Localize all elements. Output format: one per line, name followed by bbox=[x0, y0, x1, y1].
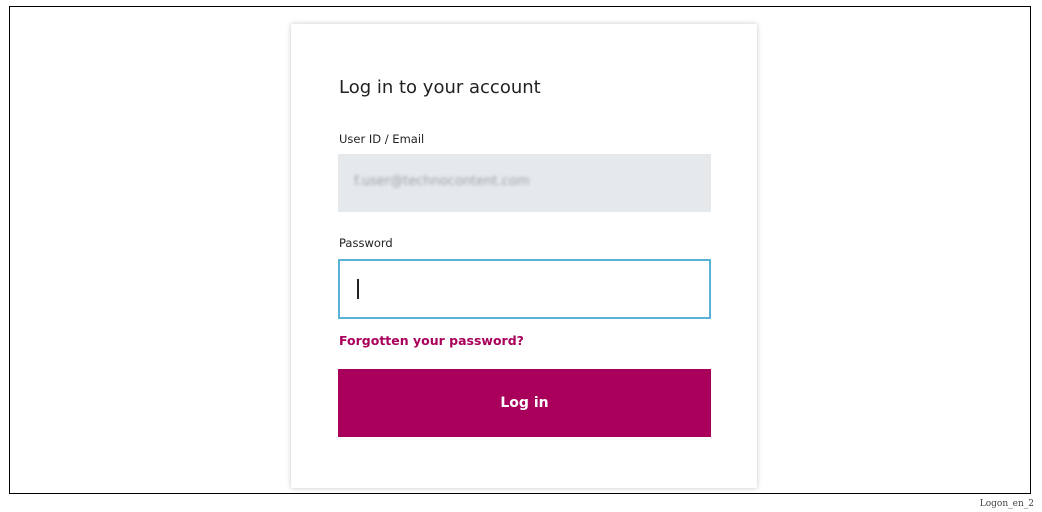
login-card: Log in to your account User ID / Email f… bbox=[291, 24, 757, 488]
screenshot-frame: Log in to your account User ID / Email f… bbox=[9, 6, 1031, 494]
user-id-field[interactable]: f.user@technocontent.com bbox=[338, 154, 711, 212]
user-id-label: User ID / Email bbox=[339, 132, 425, 146]
forgot-password-link[interactable]: Forgotten your password? bbox=[339, 333, 524, 348]
text-caret bbox=[357, 279, 359, 299]
password-label: Password bbox=[339, 236, 393, 250]
password-field[interactable] bbox=[338, 259, 711, 319]
login-button[interactable]: Log in bbox=[338, 369, 711, 437]
login-title: Log in to your account bbox=[339, 77, 541, 98]
user-id-value: f.user@technocontent.com bbox=[354, 174, 530, 189]
figure-caption: Logon_en_2 bbox=[979, 499, 1034, 509]
